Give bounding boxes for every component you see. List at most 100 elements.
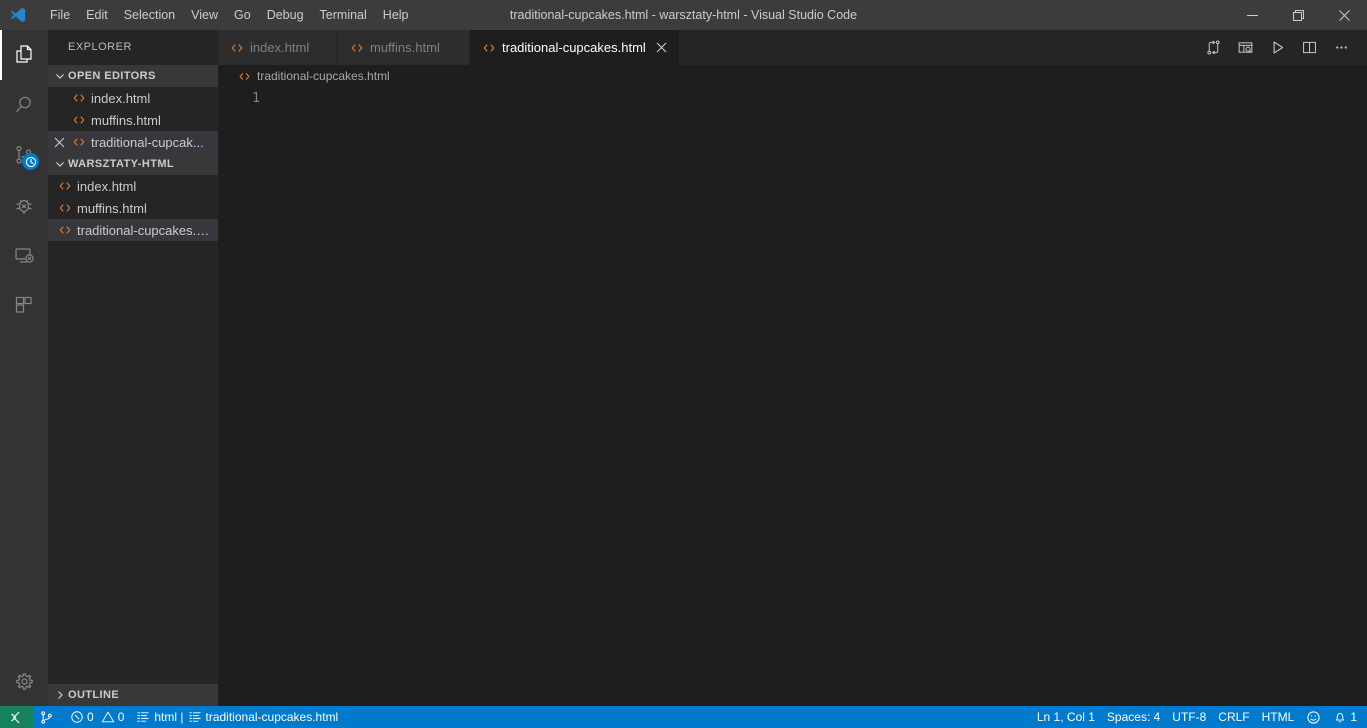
section-workspace-label: WARSZTATY-HTML: [68, 158, 175, 170]
status-error-count: 0: [87, 710, 94, 724]
activity-item-manage[interactable]: [0, 656, 48, 706]
minimize-icon[interactable]: [1229, 0, 1275, 30]
menu-item-file[interactable]: File: [42, 0, 78, 30]
notification-count: 1: [1350, 710, 1357, 724]
chevron-down-icon: [52, 158, 68, 170]
smiley-icon: [1306, 710, 1321, 725]
status-html-outline[interactable]: html | traditional-cupcakes.html: [130, 706, 344, 728]
close-icon[interactable]: [48, 137, 70, 148]
tab-bar-spacer: [680, 30, 1197, 65]
source-control-icon: [39, 710, 54, 725]
activity-item-debug[interactable]: [0, 180, 48, 230]
breadcrumb-label: traditional-cupcakes.html: [257, 69, 390, 83]
editor-scrollbar[interactable]: [1353, 87, 1367, 706]
tab-index-html[interactable]: index.html: [218, 30, 338, 65]
section-outline-label: OUTLINE: [68, 689, 120, 701]
line-number: 1: [252, 91, 260, 106]
section-workspace-header[interactable]: WARSZTATY-HTML: [48, 153, 218, 175]
run-icon[interactable]: [1261, 30, 1293, 65]
activity-item-extensions[interactable]: [0, 280, 48, 330]
activity-item-source-control[interactable]: [0, 130, 48, 180]
error-icon: [70, 710, 84, 724]
split-editor-icon[interactable]: [1293, 30, 1325, 65]
editor-actions: [1197, 30, 1367, 65]
window-controls: [1229, 0, 1367, 30]
status-eol[interactable]: CRLF: [1212, 706, 1255, 728]
tab-traditional-cupcakes-html[interactable]: traditional-cupcakes.html: [470, 30, 680, 65]
file-tree-item-traditional-cupcakes[interactable]: traditional-cupcakes.h...: [48, 219, 218, 241]
open-editor-item-traditional-cupcakes[interactable]: traditional-cupcak...: [48, 131, 218, 153]
line-numbers-gutter: 1: [218, 87, 282, 108]
menu-item-help[interactable]: Help: [375, 0, 417, 30]
status-encoding[interactable]: UTF-8: [1166, 706, 1212, 728]
html-file-icon: [230, 41, 244, 55]
file-tree-label: index.html: [77, 178, 137, 194]
html-file-icon: [238, 70, 251, 83]
editor-tab-bar: index.html muffins.html traditional-cupc…: [218, 30, 1367, 65]
more-actions-icon[interactable]: [1325, 30, 1357, 65]
activity-item-remote-explorer[interactable]: [0, 230, 48, 280]
menu-item-go[interactable]: Go: [226, 0, 259, 30]
status-source-control[interactable]: [33, 706, 64, 728]
html-file-icon: [350, 41, 364, 55]
menu-item-debug[interactable]: Debug: [259, 0, 312, 30]
html-file-icon: [56, 201, 74, 215]
section-outline-header[interactable]: OUTLINE: [48, 684, 218, 706]
open-editor-item-index[interactable]: index.html: [48, 87, 218, 109]
vscode-window: File Edit Selection View Go Debug Termin…: [0, 0, 1367, 728]
activity-item-search[interactable]: [0, 80, 48, 130]
search-icon: [12, 93, 36, 117]
menu-item-selection[interactable]: Selection: [116, 0, 183, 30]
status-indentation[interactable]: Spaces: 4: [1101, 706, 1166, 728]
html-file-icon: [70, 113, 88, 127]
status-feedback[interactable]: [1300, 706, 1327, 728]
code-content[interactable]: [282, 87, 1367, 89]
menu-item-edit[interactable]: Edit: [78, 0, 116, 30]
status-bar: 0 0 html | traditional-cupcakes.html Ln …: [0, 706, 1367, 728]
file-tree-label: traditional-cupcakes.h...: [77, 222, 214, 238]
open-editor-label: index.html: [91, 90, 151, 106]
status-cursor-position[interactable]: Ln 1, Col 1: [1031, 706, 1101, 728]
section-open-editors-header[interactable]: OPEN EDITORS: [48, 65, 218, 87]
open-editor-item-muffins[interactable]: muffins.html: [48, 109, 218, 131]
menu-item-view[interactable]: View: [183, 0, 226, 30]
source-control-sync-badge: [22, 153, 39, 170]
open-editor-label: muffins.html: [91, 112, 161, 128]
activity-bar: [0, 30, 48, 706]
extensions-icon: [12, 293, 36, 317]
status-language-mode[interactable]: HTML: [1256, 706, 1301, 728]
tab-label: index.html: [250, 40, 310, 55]
html-file-icon: [70, 91, 88, 105]
sidebar-filler: [48, 241, 218, 684]
menu-item-terminal[interactable]: Terminal: [312, 0, 375, 30]
code-editor[interactable]: 1: [218, 87, 1367, 706]
split-compare-icon[interactable]: [1197, 30, 1229, 65]
gear-icon: [13, 670, 36, 693]
status-bar-right: Ln 1, Col 1 Spaces: 4 UTF-8 CRLF HTML 1: [1031, 706, 1367, 728]
open-preview-icon[interactable]: [1229, 30, 1261, 65]
files-icon: [12, 43, 36, 67]
breadcrumb[interactable]: traditional-cupcakes.html: [218, 65, 1367, 87]
editor-group: index.html muffins.html traditional-cupc…: [218, 30, 1367, 706]
activity-item-explorer[interactable]: [0, 30, 48, 80]
chevron-right-icon: [52, 689, 68, 701]
status-remote-window[interactable]: [0, 706, 33, 728]
close-icon[interactable]: [1321, 0, 1367, 30]
file-tree-label: muffins.html: [77, 200, 147, 216]
tab-muffins-html[interactable]: muffins.html: [338, 30, 470, 65]
remote-explorer-icon: [12, 243, 36, 267]
list-icon: [188, 710, 202, 724]
warning-icon: [101, 710, 115, 724]
sidebar-title: EXPLORER: [68, 41, 132, 53]
file-tree-item-muffins[interactable]: muffins.html: [48, 197, 218, 219]
html-file-icon: [56, 223, 74, 237]
tab-close-icon[interactable]: [654, 42, 669, 53]
menu-bar[interactable]: File Edit Selection View Go Debug Termin…: [42, 0, 417, 30]
status-notifications[interactable]: 1: [1327, 706, 1363, 728]
restore-icon[interactable]: [1275, 0, 1321, 30]
html-file-icon: [56, 179, 74, 193]
file-tree-item-index[interactable]: index.html: [48, 175, 218, 197]
status-warning-count: 0: [117, 710, 125, 724]
html-file-icon: [70, 135, 88, 149]
status-problems[interactable]: 0 0: [64, 706, 130, 728]
